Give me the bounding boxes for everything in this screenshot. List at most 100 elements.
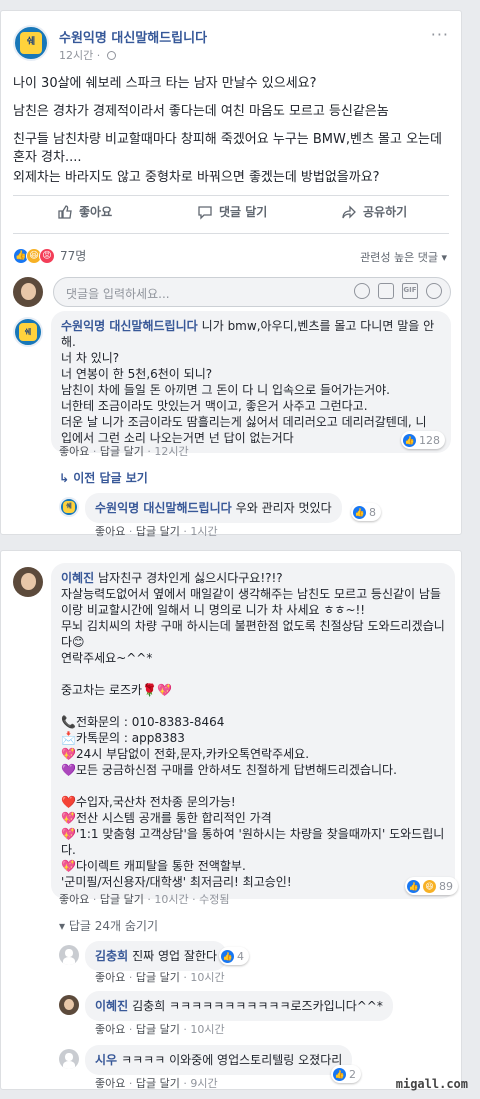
reaction-count: 2 <box>349 1067 356 1081</box>
page-avatar[interactable]: 쉐 <box>13 25 49 61</box>
reply-reactions[interactable]: 👍 2 <box>331 1065 361 1083</box>
reply-bubble: 시우 ㅋㅋㅋㅋ 이와중에 영업스토리텔링 오졌다리 <box>85 1045 353 1075</box>
reply-arrow-icon: ↳ <box>59 471 74 485</box>
comment-like-link[interactable]: 좋아요 <box>59 893 89 906</box>
reply-reply-link[interactable]: 답글 달기 <box>136 971 180 984</box>
like-reaction-icon: 👍 <box>407 879 420 893</box>
reply-time[interactable]: 1시간 <box>190 525 217 538</box>
share-icon <box>342 204 356 219</box>
comment-line: 너한테 조금이라도 맛있는거 맥이고, 좋은거 사주고 그런다고. <box>61 399 368 413</box>
user-avatar <box>13 277 43 307</box>
thumbs-up-icon <box>58 204 72 219</box>
reply-avatar[interactable]: 쉐 <box>59 497 79 517</box>
commenter-avatar[interactable]: 쉐 <box>13 317 43 347</box>
reply-like-link[interactable]: 좋아요 <box>95 1023 125 1036</box>
reply-like-link[interactable]: 좋아요 <box>95 1077 125 1090</box>
comment-line: 연락주세요~^^* <box>61 651 153 665</box>
view-replies-label: 이전 답글 보기 <box>73 471 148 485</box>
post-time[interactable]: 12시간 · <box>59 47 116 63</box>
reply-reply-link[interactable]: 답글 달기 <box>136 1077 180 1090</box>
comment-line: 남친이 차에 들일 돈 아끼면 그 돈이 다 니 입속으로 들어가는거야. <box>61 383 391 397</box>
comment-button[interactable]: 댓글 달기 <box>197 203 267 220</box>
reply-like-link[interactable]: 좋아요 <box>95 971 125 984</box>
view-previous-replies[interactable]: ↳ 이전 답글 보기 <box>59 469 148 486</box>
comment-line: 너 차 있니? <box>61 351 120 365</box>
comment-author[interactable]: 수원익명 대신말해드립니다 <box>61 319 198 333</box>
comment-line: 💜모든 궁금하신점 구매를 안하셔도 친절하게 답변해드리겠습니다. <box>61 763 397 777</box>
reply-meta: 좋아요 · 답글 달기 · 1시간 <box>95 525 218 538</box>
comment-line: 📩카톡문의 : app8383 <box>61 731 185 745</box>
reply-reply-link[interactable]: 답글 달기 <box>136 525 180 538</box>
reply-bubble: 김충희 진짜 영업 잘한다 <box>85 941 228 971</box>
comment-time[interactable]: 12시간 <box>154 445 188 458</box>
comment-line: 무뇌 김치씨의 차량 구매 하시는데 불편한점 없도록 친절상담 도와드리겠습니… <box>61 619 445 649</box>
reaction-count[interactable]: 77명 <box>60 247 86 264</box>
like-reaction-icon: 👍 <box>333 1067 346 1081</box>
reply-reactions[interactable]: 👍 4 <box>219 947 249 965</box>
reply-reply-link[interactable]: 답글 달기 <box>136 1023 180 1036</box>
reaction-count: 4 <box>237 949 244 963</box>
globe-icon <box>106 51 116 60</box>
reply-avatar[interactable] <box>59 945 79 965</box>
more-options-icon[interactable]: ··· <box>431 25 449 44</box>
sort-label: 관련성 높은 댓글 <box>360 251 438 264</box>
commenter-avatar[interactable] <box>13 567 43 597</box>
camera-icon[interactable] <box>378 283 394 299</box>
comment-line: 더운 날 니가 조금이라도 땀흘리는게 싫어서 데리러오고 데리러갈텐데, 니 … <box>61 415 427 445</box>
reply-author[interactable]: 시우 <box>95 1053 117 1067</box>
comment-icon <box>198 205 212 220</box>
reply-time[interactable]: 10시간 <box>190 971 224 984</box>
page-logo: 쉐 <box>19 31 43 55</box>
reaction-count: 128 <box>419 433 440 447</box>
sticker-icon[interactable] <box>426 283 442 299</box>
reply-avatar[interactable] <box>59 995 79 1015</box>
gif-icon[interactable]: GIF <box>402 283 418 299</box>
comment-line: 📞전화문의 : 010-8383-8464 <box>61 715 225 729</box>
reply-author[interactable]: 이혜진 <box>95 999 128 1013</box>
comment-reply-link[interactable]: 답글 달기 <box>100 893 144 906</box>
reply-time[interactable]: 9시간 <box>190 1077 217 1090</box>
comment-time[interactable]: 10시간 <box>154 893 188 906</box>
emoji-icon[interactable] <box>354 283 370 299</box>
comment-label: 댓글 달기 <box>219 205 268 219</box>
edited-label[interactable]: 수정됨 <box>199 893 229 906</box>
reply-text: ㅋㅋㅋㅋ 이와중에 영업스토리텔링 오졌다리 <box>121 1053 343 1067</box>
hide-replies-label: 답글 24개 숨기기 <box>68 919 158 933</box>
comment-input[interactable]: 댓글을 입력하세요... GIF <box>53 277 451 307</box>
caret-down-icon: ▾ <box>441 251 447 264</box>
comment-placeholder: 댓글을 입력하세요... <box>66 287 170 301</box>
reply-author[interactable]: 김충희 <box>95 949 128 963</box>
comment-line: 💖전산 시스템 공개를 통한 합리적인 가격 <box>61 811 272 825</box>
reply-like-link[interactable]: 좋아요 <box>95 525 125 538</box>
collapse-arrow-icon: ▾ <box>59 919 69 933</box>
comment-line: ❤️수입자,국산차 전차종 문의가능! <box>61 795 236 809</box>
comment-bubble: 수원익명 대신말해드립니다 니가 bmw,아우디,벤츠를 몰고 다니면 말을 안해… <box>51 311 451 453</box>
reply-time[interactable]: 10시간 <box>190 1023 224 1036</box>
hide-replies-link[interactable]: ▾ 답글 24개 숨기기 <box>59 917 158 934</box>
laugh-reaction-icon: 😆 <box>423 879 436 893</box>
reply-author[interactable]: 수원익명 대신말해드립니다 <box>95 501 232 515</box>
post-timestamp[interactable]: 12시간 <box>59 49 93 62</box>
comment-reactions[interactable]: 👍 😆 89 <box>405 877 458 895</box>
angry-reaction-icon: 😡 <box>39 247 55 264</box>
post-line-1: 나이 30살에 쉐보레 스파크 타는 남자 만날수 있으세요? <box>13 76 317 91</box>
reply-reactions[interactable]: 👍 8 <box>351 503 381 521</box>
post-card: 쉐 수원익명 대신말해드립니다 12시간 · ··· 나이 30살에 쉐보레 스… <box>0 10 462 538</box>
reply-meta: 좋아요 · 답글 달기 · 10시간 <box>95 971 225 984</box>
comment-meta: 좋아요 · 답글 달기 · 12시간 <box>59 445 189 458</box>
reply-meta: 좋아요 · 답글 달기 · 10시간 <box>95 1023 225 1036</box>
divider <box>13 233 449 234</box>
reaction-summary[interactable]: 👍 😆 😡 77명 <box>13 247 86 264</box>
reply-bubble: 이혜진 김충희 ㅋㅋㅋㅋㅋㅋㅋㅋㅋㅋㅋ로즈카입니다^^* <box>85 991 393 1021</box>
comment-like-link[interactable]: 좋아요 <box>59 445 89 458</box>
comment-meta: 좋아요 · 답글 달기 · 10시간 · 수정됨 <box>59 893 230 906</box>
share-button[interactable]: 공유하기 <box>341 203 407 220</box>
comment-line: 💖'1:1 맞춤형 고객상담'을 통하여 '원하시는 차량을 찾을때까지' 도와… <box>61 827 445 857</box>
page-name[interactable]: 수원익명 대신말해드립니다 <box>59 27 207 46</box>
reply-avatar[interactable] <box>59 1049 79 1069</box>
comment-reactions[interactable]: 👍 128 <box>401 431 445 449</box>
comment-reply-link[interactable]: 답글 달기 <box>100 445 144 458</box>
comment-author[interactable]: 이혜진 <box>61 571 94 585</box>
comment-sort-dropdown[interactable]: 관련성 높은 댓글 ▾ <box>360 249 447 265</box>
like-button[interactable]: 좋아요 <box>57 203 112 220</box>
